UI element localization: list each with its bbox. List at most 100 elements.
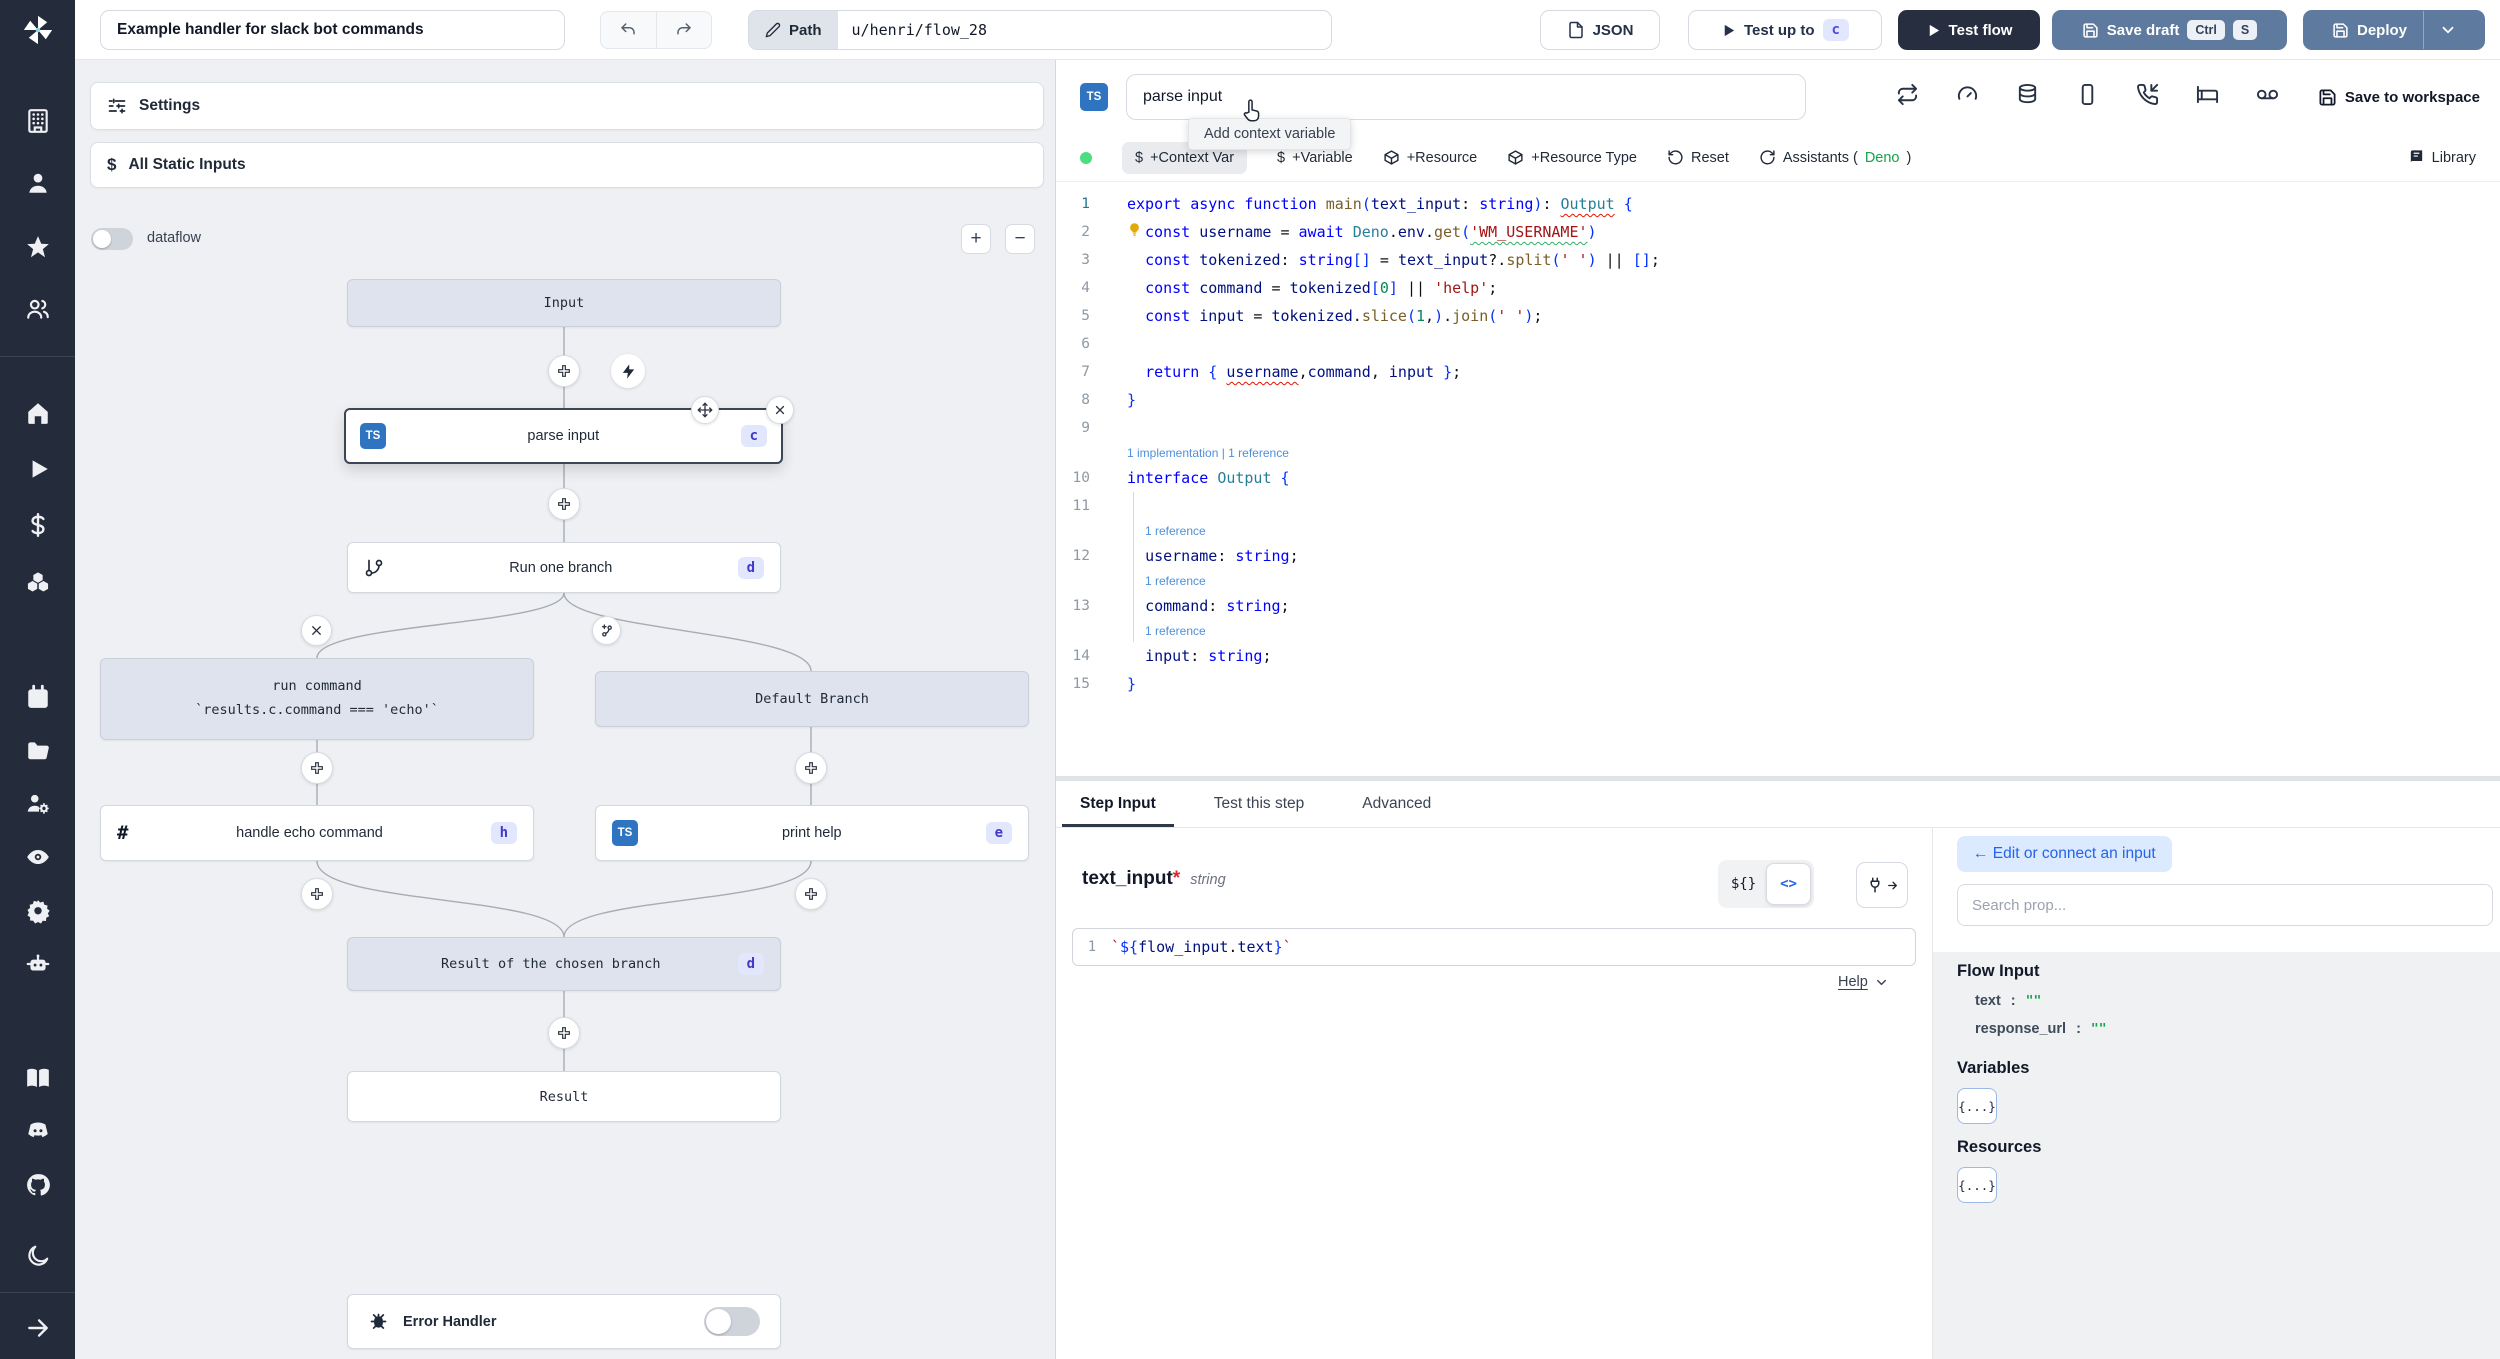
delete-node-button[interactable] [766, 396, 794, 424]
add-resource-button[interactable]: +Resource [1383, 149, 1477, 166]
save-to-workspace-button[interactable]: Save to workspace [2318, 88, 2480, 107]
windmill-logo-icon[interactable] [0, 0, 75, 60]
flow-node-print-help[interactable]: TS print help e [595, 805, 1029, 861]
tab-test-this-step[interactable]: Test this step [1214, 781, 1304, 827]
save-draft-button[interactable]: Save draft Ctrl S [2052, 10, 2287, 50]
code-line[interactable]: 9 [1056, 414, 2500, 442]
test-up-to-button[interactable]: Test up to c [1688, 10, 1882, 50]
assistants-button[interactable]: Assistants (Deno) [1759, 149, 1911, 166]
resources-object-button[interactable]: {...} [1957, 1167, 1997, 1203]
flow-node-input[interactable]: Input [347, 279, 781, 327]
redo-button[interactable] [655, 12, 712, 48]
user-icon[interactable] [24, 169, 51, 196]
code-line[interactable]: 11 [1056, 492, 2500, 520]
repeat-icon[interactable] [1896, 83, 1919, 111]
codelens[interactable]: 1 reference [1056, 570, 2500, 592]
folder-icon[interactable] [24, 737, 51, 764]
insert-step-button[interactable] [548, 488, 580, 520]
add-branch-button[interactable] [592, 616, 621, 645]
insert-step-button[interactable] [301, 878, 333, 910]
step-name-input[interactable] [1126, 74, 1806, 120]
book-icon[interactable] [24, 1064, 51, 1091]
path-value[interactable]: u/henri/flow_28 [838, 11, 1001, 49]
flow-node-branch-condition[interactable]: run command `results.c.command === 'echo… [100, 658, 534, 740]
settings-icon[interactable] [24, 897, 51, 924]
codelens[interactable]: 1 reference [1056, 520, 2500, 542]
edit-path-button[interactable]: Path [749, 11, 838, 49]
move-node-button[interactable] [691, 396, 719, 424]
code-line[interactable]: 7 return { username,command, input }; [1056, 358, 2500, 386]
code-line[interactable]: 3 const tokenized: string[] = text_input… [1056, 246, 2500, 274]
star-icon[interactable] [24, 233, 51, 260]
insert-step-button[interactable] [795, 752, 827, 784]
discord-icon[interactable] [24, 1117, 51, 1144]
moon-icon[interactable] [24, 1242, 51, 1269]
json-button[interactable]: JSON [1540, 10, 1660, 50]
code-line[interactable]: 4 const command = tokenized[0] || 'help'… [1056, 274, 2500, 302]
codelens[interactable]: 1 implementation | 1 reference [1056, 442, 2500, 464]
code-line[interactable]: 1 export async function main(text_input: … [1056, 190, 2500, 218]
codelens[interactable]: 1 reference [1056, 620, 2500, 642]
help-link[interactable]: Help [1838, 974, 1889, 990]
flow-title-input[interactable] [100, 10, 565, 50]
code-line[interactable]: 5 const input = tokenized.slice(1,).join… [1056, 302, 2500, 330]
tab-step-input[interactable]: Step Input [1062, 781, 1174, 827]
github-icon[interactable] [24, 1171, 51, 1198]
flow-node-default-branch[interactable]: Default Branch [595, 671, 1029, 727]
tab-advanced[interactable]: Advanced [1362, 781, 1431, 827]
gauge-icon[interactable] [1956, 83, 1979, 111]
play-icon[interactable] [24, 455, 51, 482]
code-mode-button[interactable]: <> [1766, 863, 1811, 905]
boxes-icon[interactable] [24, 569, 51, 596]
phone-incoming-icon[interactable] [2136, 83, 2159, 111]
deploy-button[interactable]: Deploy [2316, 22, 2423, 39]
expression-input[interactable]: 1 `${flow_input.text}` [1072, 928, 1916, 966]
flow-node-branch-result[interactable]: Result of the chosen branch d [347, 937, 781, 991]
insert-step-button[interactable] [548, 1017, 580, 1049]
lightbulb-icon[interactable] [1127, 218, 1145, 246]
eye-icon[interactable] [24, 843, 51, 870]
error-handler-toggle[interactable] [704, 1307, 760, 1336]
database-icon[interactable] [2016, 83, 2039, 111]
code-line[interactable]: 13 command: string; [1056, 592, 2500, 620]
bot-icon[interactable] [24, 950, 51, 977]
prop-text[interactable]: text: "" [1957, 987, 2500, 1015]
flow-node-handle-echo-command[interactable]: # handle echo command h [100, 805, 534, 861]
test-flow-button[interactable]: Test flow [1898, 10, 2040, 50]
smartphone-icon[interactable] [2076, 83, 2099, 111]
flow-node-error-handler[interactable]: Error Handler [347, 1294, 781, 1349]
variables-object-button[interactable]: {...} [1957, 1088, 1997, 1124]
user-cog-icon[interactable] [24, 789, 51, 816]
remove-branch-button[interactable] [301, 615, 332, 646]
insert-step-button[interactable] [795, 878, 827, 910]
reset-button[interactable]: Reset [1667, 149, 1729, 166]
insert-step-button[interactable] [548, 355, 580, 387]
building-icon[interactable] [24, 107, 51, 134]
code-line[interactable]: 8} [1056, 386, 2500, 414]
flow-node-result[interactable]: Result [347, 1071, 781, 1122]
home-icon[interactable] [24, 399, 51, 426]
add-resource-type-button[interactable]: +Resource Type [1507, 149, 1637, 166]
insert-step-button[interactable] [301, 752, 333, 784]
code-line[interactable]: 14 input: string; [1056, 642, 2500, 670]
deploy-more-button[interactable] [2424, 21, 2472, 39]
template-mode-button[interactable]: ${} [1721, 863, 1766, 905]
search-prop-input[interactable] [1957, 884, 2493, 926]
voicemail-icon[interactable] [2256, 83, 2279, 111]
library-button[interactable]: Library [2408, 149, 2476, 166]
dollar-icon[interactable] [24, 511, 51, 538]
flow-node-run-one-branch[interactable]: Run one branch d [347, 542, 781, 593]
edit-or-connect-button[interactable]: ← Edit or connect an input [1957, 836, 2172, 872]
trigger-bolt-button[interactable] [611, 354, 645, 388]
users-icon[interactable] [24, 295, 51, 322]
code-line[interactable]: 6 [1056, 330, 2500, 358]
prop-response_url[interactable]: response_url: "" [1957, 1015, 2500, 1043]
connect-input-button[interactable] [1856, 862, 1908, 908]
add-variable-button[interactable]: $ +Variable [1277, 150, 1353, 166]
bed-icon[interactable] [2196, 83, 2219, 111]
code-line[interactable]: 12 username: string; [1056, 542, 2500, 570]
code-line[interactable]: 2 const username = await Deno.env.get('WM… [1056, 218, 2500, 246]
undo-button[interactable] [601, 12, 656, 48]
code-line[interactable]: 10 interface Output { [1056, 464, 2500, 492]
arrow-right-icon[interactable] [24, 1314, 51, 1341]
